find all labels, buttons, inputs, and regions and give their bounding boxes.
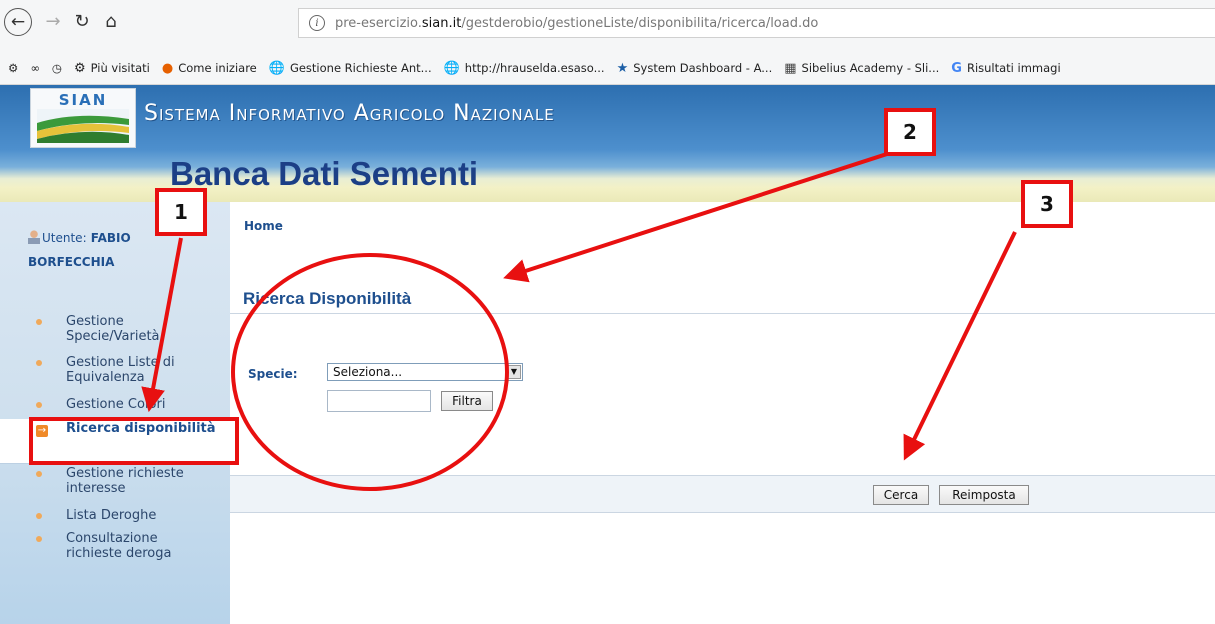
callout-1: 1 [155,188,207,236]
reset-button[interactable]: Reimposta [939,485,1029,505]
back-button[interactable]: ← [4,8,32,36]
clock-icon[interactable]: ◷ [52,61,62,75]
gear-icon[interactable]: ⚙ [8,61,18,75]
bookmark-most-visited[interactable]: ⚙ Più visitati [74,61,150,76]
bookmark-system-dashboard[interactable]: ★ System Dashboard - A... [617,61,773,76]
arrow-3 [903,231,1017,461]
sidebar-item-consultazione-deroga[interactable]: Consultazione richieste deroga [0,531,230,563]
filter-button[interactable]: Filtra [441,391,493,411]
sidebar-item-lista-deroghe[interactable]: Lista Deroghe [0,508,230,524]
sian-logo[interactable]: SIAN [30,88,136,148]
info-icon[interactable]: i [309,15,325,31]
user-last-name: BORFECCHIA [28,255,115,269]
bullet-icon [36,402,42,408]
globe-icon: 🌐 [268,60,285,76]
gear-icon: ⚙ [73,60,86,76]
sidebar-item-gestione-colori[interactable]: Gestione Colori [0,397,230,413]
globe-icon: 🌐 [443,60,460,76]
arrow-right-icon: → [36,425,48,437]
filter-input[interactable] [327,390,431,412]
bullet-icon [36,513,42,519]
callout-2: 2 [884,108,936,156]
specie-label: Specie: [248,367,298,381]
bookmark-getting-started[interactable]: ● Come iniziare [162,61,257,76]
bookmark-sibelius[interactable]: ▦ Sibelius Academy - Sli... [784,61,939,76]
sidebar-item-richieste-interesse[interactable]: Gestione richieste interesse [0,466,230,498]
browser-toolbar: ← → ↻ ⌂ i pre-esercizio.sian.it/gestdero… [0,0,1215,52]
forward-button[interactable]: → [39,8,67,36]
page-title: Ricerca Disponibilità [243,289,412,308]
bookmark-google-images[interactable]: G Risultati immagi [951,61,1060,76]
specie-select[interactable]: Seleziona... ▼ [327,363,523,381]
bullet-icon [36,536,42,542]
sidebar-item-liste-equivalenza[interactable]: Gestione Liste di Equivalenza [0,355,230,387]
google-icon: G [951,60,962,76]
sidebar-item-ricerca-disponibilita[interactable]: → Ricerca disponibilità [0,419,230,464]
bullet-icon [36,360,42,366]
bullet-icon [36,319,42,325]
dashboard-icon: ★ [616,60,629,76]
url-text: pre-esercizio.sian.it/gestderobio/gestio… [335,15,819,31]
breadcrumb-home[interactable]: Home [244,219,283,233]
firefox-icon: ● [161,60,174,76]
address-bar[interactable]: i pre-esercizio.sian.it/gestderobio/gest… [298,8,1215,38]
bookmark-gestione-richieste[interactable]: 🌐 Gestione Richieste Ant... [269,61,432,76]
database-title: Banca Dati Sementi [170,155,479,192]
callout-3: 3 [1021,180,1073,228]
chevron-down-icon[interactable]: ▼ [507,365,521,379]
bookmark-hrauselda[interactable]: 🌐 http://hrauselda.esaso... [444,61,605,76]
title-divider [230,313,1215,314]
reload-button[interactable]: ↻ [68,8,96,36]
user-icon [28,230,40,244]
user-first-name: FABIO [90,231,131,245]
system-title: Sistema Informativo Agricolo Nazionale [144,101,555,126]
sibelius-icon: ▦ [784,60,797,76]
infinity-icon[interactable]: ∞ [30,61,40,75]
bullet-icon [36,471,42,477]
fields-logo-icon [37,109,129,143]
action-bar [230,475,1215,513]
bookmarks-bar: ⚙ ∞ ◷ ⚙ Più visitati ● Come iniziare 🌐 Gest… [0,52,1215,85]
sidebar-item-gestione-specie[interactable]: Gestione Specie/Varietà [0,314,230,346]
search-button[interactable]: Cerca [873,485,929,505]
home-button[interactable]: ⌂ [97,8,125,36]
